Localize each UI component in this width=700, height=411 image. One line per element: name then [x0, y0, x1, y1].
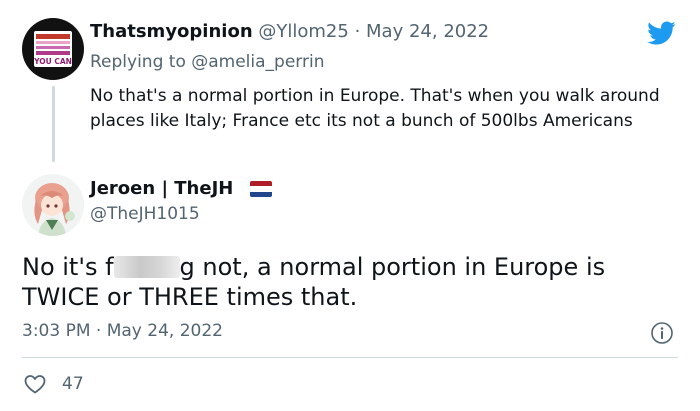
- timestamp-separator: ·: [95, 321, 102, 341]
- avatar-text: YOU CAN: [34, 57, 72, 66]
- main-tweet-text: No it's fg not, a normal portion in Euro…: [22, 252, 672, 312]
- tweet-date: May 24, 2022: [106, 321, 223, 341]
- tweet-time: 3:03 PM: [22, 321, 91, 341]
- reply-author-handle[interactable]: @Yllom25: [258, 21, 348, 42]
- avatar-image: YOU CAN: [34, 31, 72, 67]
- like-count: 47: [62, 374, 84, 394]
- reply-tweet-text: No that's a normal portion in Europe. Th…: [90, 86, 660, 131]
- main-author-handle[interactable]: @TheJH1015: [90, 204, 200, 224]
- twitter-bird-icon[interactable]: [644, 18, 678, 48]
- tweet-timestamp[interactable]: 3:03 PM · May 24, 2022: [22, 321, 223, 341]
- replying-to-handle[interactable]: @amelia_perrin: [191, 52, 324, 72]
- reply-author-avatar[interactable]: YOU CAN: [22, 18, 84, 80]
- tweet-text-part-1: No it's f: [22, 253, 114, 281]
- main-author-name[interactable]: Jeroen | TheJH: [90, 178, 233, 199]
- reply-tweet: YOU CAN Thatsmyopinion @Yllom25 · May 24…: [0, 0, 700, 170]
- thread-connector-line: [52, 86, 55, 162]
- main-author-avatar[interactable]: [22, 174, 84, 236]
- replying-to-line: Replying to @amelia_perrin: [90, 52, 324, 72]
- heart-icon[interactable]: [22, 372, 48, 396]
- info-icon[interactable]: [650, 321, 674, 345]
- reply-author-name[interactable]: Thatsmyopinion: [90, 21, 253, 42]
- actions-divider: [22, 357, 678, 358]
- censored-word-blur: [113, 256, 180, 278]
- main-tweet: Jeroen | TheJH @TheJH1015 No it's fg not…: [0, 170, 700, 411]
- anime-avatar-image: [22, 174, 84, 236]
- reply-tweet-header: Thatsmyopinion @Yllom25 · May 24, 2022: [90, 21, 489, 42]
- netherlands-flag-icon: [250, 181, 272, 197]
- header-separator: ·: [354, 21, 361, 42]
- reply-tweet-date[interactable]: May 24, 2022: [366, 21, 489, 42]
- replying-to-prefix: Replying to: [90, 52, 192, 72]
